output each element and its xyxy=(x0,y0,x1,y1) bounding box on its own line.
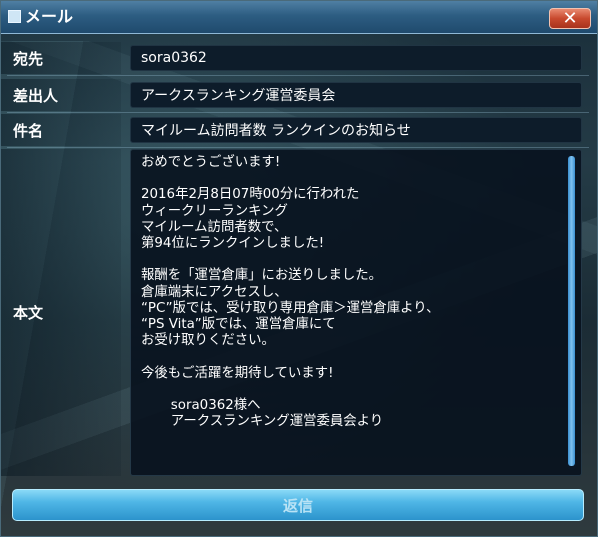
subject-row: 件名 マイルーム訪問者数 ランクインのお知らせ xyxy=(1,114,597,146)
window-title: メール xyxy=(25,7,74,26)
separator xyxy=(7,112,589,113)
scroll-thumb[interactable] xyxy=(568,156,575,466)
message-body[interactable]: おめでとうございます! 2016年2月8日07時00分に行われた ウィークリーラ… xyxy=(130,149,582,476)
separator xyxy=(7,75,589,76)
subject-value: マイルーム訪問者数 ランクインのお知らせ xyxy=(130,117,582,143)
scrollbar[interactable] xyxy=(567,154,576,470)
close-button[interactable]: ✕ xyxy=(549,8,591,29)
mail-icon xyxy=(8,10,21,23)
close-icon: ✕ xyxy=(562,7,578,29)
from-row: 差出人 アークスランキング運営委員会 xyxy=(1,79,597,111)
from-value: アークスランキング運営委員会 xyxy=(130,82,582,108)
mail-window: メール ✕ 宛先 sora0362 差出人 アークスランキング運営委員会 件名 … xyxy=(0,0,598,537)
title-bar: メール ✕ xyxy=(1,1,597,34)
message-text: おめでとうございます! 2016年2月8日07時00分に行われた ウィークリーラ… xyxy=(141,155,440,430)
reply-button[interactable]: 返信 xyxy=(12,489,584,521)
subject-label: 件名 xyxy=(1,114,121,146)
body-label: 本文 xyxy=(1,149,121,476)
to-row: 宛先 sora0362 xyxy=(1,42,597,74)
to-label: 宛先 xyxy=(1,42,121,74)
separator xyxy=(7,147,589,148)
to-value: sora0362 xyxy=(130,45,582,71)
from-label: 差出人 xyxy=(1,79,121,111)
